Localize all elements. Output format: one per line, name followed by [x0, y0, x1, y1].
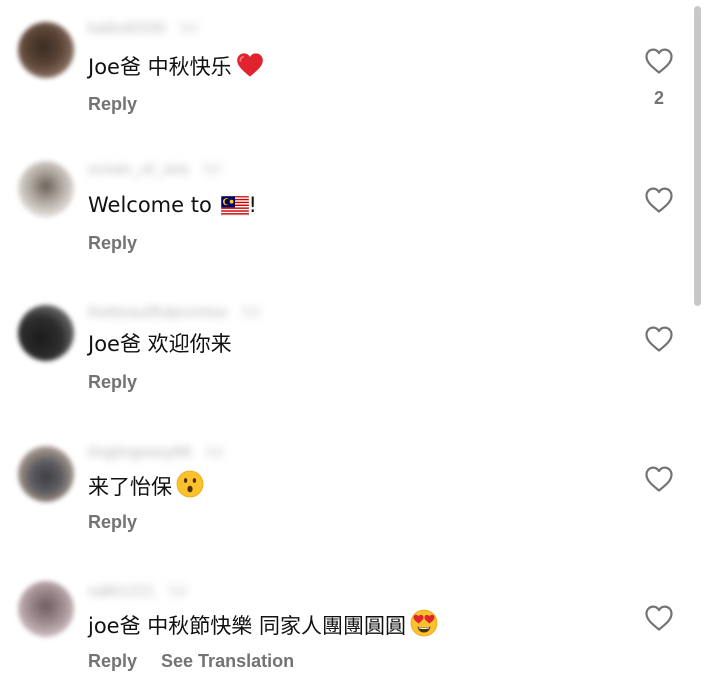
comment-username[interactable]: kaiboi0330 5d: [88, 20, 197, 38]
like-button[interactable]: [644, 186, 674, 214]
username-text[interactable]: sallii1221: [88, 583, 155, 600]
heart-outline-icon: [645, 48, 673, 74]
comment-time: 5d: [241, 304, 260, 321]
comment-item: thebeautifulpromise 5d Joe爸 欢迎你来 Reply: [0, 278, 690, 398]
comment-list: kaiboi0330 5d Joe爸 中秋快乐 Reply 2 ocean_of_…: [0, 0, 705, 690]
like-button[interactable]: [644, 465, 674, 493]
comment-username[interactable]: sallii1221 5d: [88, 583, 187, 601]
heart-outline-icon: [645, 466, 673, 492]
comment-text: Joe爸 欢迎你来: [88, 330, 232, 358]
comment-text-content: 来了怡保: [88, 475, 172, 499]
astonished-face-icon: [176, 470, 204, 498]
comment-item: sallii1221 5d joe爸 中秋節快樂 同家人團團圓圓 Reply See…: [0, 557, 690, 677]
comment-text: Welcome to !: [88, 191, 257, 219]
comment-username[interactable]: tingtingeasy88 5d: [88, 444, 223, 462]
reply-button[interactable]: Reply: [88, 650, 137, 672]
username-text[interactable]: thebeautifulpromise: [88, 304, 228, 321]
comment-actions: Reply See Translation: [88, 650, 294, 672]
like-button[interactable]: [644, 47, 674, 75]
comment-text: 来了怡保: [88, 470, 204, 501]
reply-button[interactable]: Reply: [88, 232, 137, 254]
comment-time: 5d: [179, 20, 198, 37]
like-button[interactable]: [644, 325, 674, 353]
username-text[interactable]: kaiboi0330: [88, 20, 165, 37]
comment-actions: Reply: [88, 371, 137, 393]
heart-outline-icon: [645, 605, 673, 631]
scrollbar[interactable]: [694, 6, 701, 306]
comment-text-content: joe爸 中秋節快樂 同家人團團圓圓: [88, 614, 406, 638]
heart-outline-icon: [645, 187, 673, 213]
comment-username[interactable]: ocean_of_sea 5d: [88, 161, 220, 179]
comment-actions: Reply: [88, 232, 137, 254]
username-text[interactable]: ocean_of_sea: [88, 161, 189, 178]
avatar[interactable]: [18, 161, 74, 217]
comment-username[interactable]: thebeautifulpromise 5d: [88, 304, 259, 322]
comment-item: ocean_of_sea 5d Welcome to ! Reply: [0, 139, 690, 259]
avatar[interactable]: [18, 446, 74, 502]
avatar[interactable]: [18, 22, 74, 78]
reply-button[interactable]: Reply: [88, 371, 137, 393]
comment-time: 5d: [205, 444, 223, 461]
comment-time: 5d: [168, 583, 187, 600]
comment-text: Joe爸 中秋快乐: [88, 52, 264, 81]
comment-item: tingtingeasy88 5d 来了怡保 Reply: [0, 418, 690, 538]
comment-actions: Reply: [88, 93, 137, 115]
comment-text-suffix: !: [248, 193, 257, 217]
reply-button[interactable]: Reply: [88, 511, 137, 533]
malaysia-flag-icon: [220, 196, 249, 216]
reply-button[interactable]: Reply: [88, 93, 137, 115]
like-count: 2: [653, 88, 664, 108]
avatar[interactable]: [18, 581, 74, 637]
like-button[interactable]: [644, 604, 674, 632]
red-heart-icon: [236, 52, 264, 78]
heart-eyes-face-icon: [410, 609, 438, 637]
avatar[interactable]: [18, 305, 74, 361]
comment-time: 5d: [202, 161, 221, 178]
comment-text-content: Joe爸 欢迎你来: [88, 332, 232, 356]
heart-outline-icon: [645, 326, 673, 352]
username-text[interactable]: tingtingeasy88: [88, 444, 191, 461]
comment-text: joe爸 中秋節快樂 同家人團團圓圓: [88, 609, 438, 640]
see-translation-button[interactable]: See Translation: [161, 650, 294, 672]
comment-text-content: Joe爸 中秋快乐: [88, 55, 232, 79]
comment-text-content: Welcome to: [88, 193, 219, 217]
comment-item: kaiboi0330 5d Joe爸 中秋快乐 Reply 2: [0, 0, 690, 120]
comment-actions: Reply: [88, 511, 137, 533]
